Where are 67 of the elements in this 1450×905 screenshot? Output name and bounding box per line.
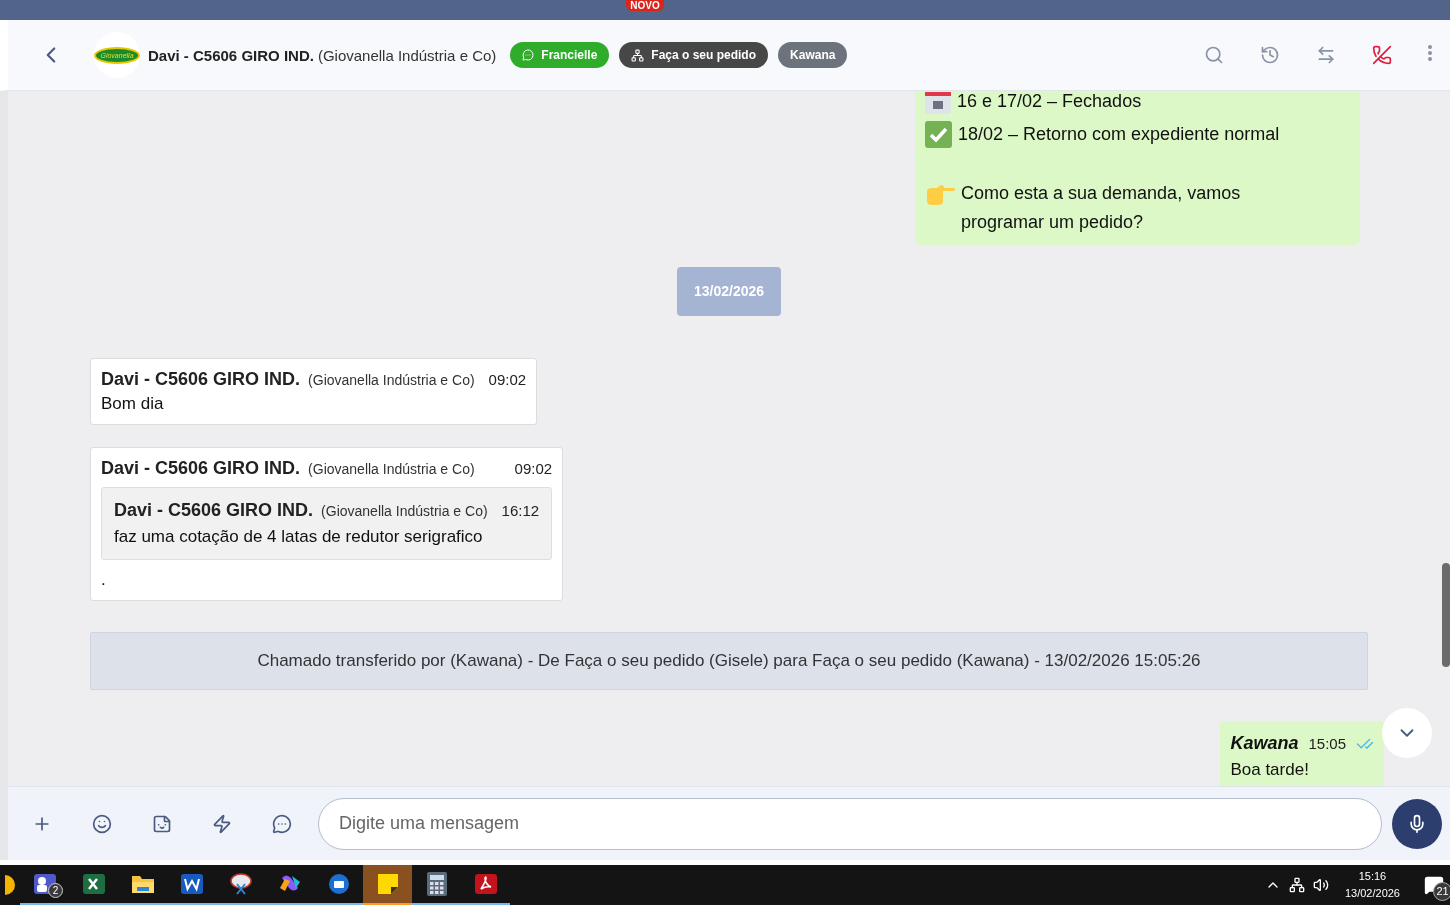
date-chip: 13/02/2026	[676, 267, 782, 316]
pointing-hand-icon	[925, 184, 955, 206]
sticker-icon	[152, 813, 172, 834]
clock-date: 13/02/2026	[1344, 886, 1400, 901]
emoji-icon	[92, 813, 112, 834]
tag-label: Kawana	[790, 48, 836, 62]
mail-bird-app-icon	[326, 872, 351, 896]
notification-badge: 2	[48, 883, 63, 898]
emoji-button[interactable]	[92, 813, 112, 834]
message-text: Boa tarde!	[1230, 760, 1310, 780]
more-icon	[1428, 45, 1432, 61]
message-text: Bom dia	[101, 394, 165, 414]
network-icon[interactable]	[1288, 877, 1305, 893]
chat-bubble-icon	[272, 813, 292, 834]
phone-off-icon	[1372, 45, 1392, 65]
message-time: 09:02	[513, 460, 553, 477]
swap-arrows-button[interactable]	[1316, 45, 1336, 65]
calculator-icon	[426, 872, 447, 896]
chat-bubble-icon	[522, 49, 535, 61]
message-input[interactable]: Digite uma mensagem	[318, 797, 1382, 850]
message-text: 18/02 – Retorno com expediente normal	[958, 123, 1280, 146]
sender-name: Davi - C5606 GIRO IND.	[114, 500, 314, 521]
spreadsheet-app-icon	[81, 872, 106, 896]
lightning-button[interactable]	[212, 813, 232, 834]
system-message: Chamado transferido por (Kawana) - De Faça o seu pedido (Gisele) para Faça o seu pedido (Kawana) - 13/02/2026 15:05:26	[90, 632, 1368, 690]
pdf-app-icon	[473, 872, 498, 896]
microphone-button[interactable]	[1392, 798, 1442, 849]
company-name: (Giovanella Indústria e Co)	[317, 46, 497, 64]
message-time: 15:05	[1307, 735, 1346, 752]
clock-time: 15:16	[1358, 869, 1387, 884]
lightning-icon	[212, 813, 232, 834]
speaker-icon[interactable]	[1312, 877, 1329, 893]
snipping-app-icon	[228, 872, 253, 896]
sender-name: Kawana	[1230, 733, 1299, 754]
message-time: 16:12	[500, 502, 540, 519]
people-app-icon	[32, 872, 57, 896]
sender-name: Davi - C5606 GIRO IND.	[101, 458, 301, 479]
new-badge: NOVO	[626, 0, 664, 11]
check-icon	[925, 121, 952, 148]
company-name: (Giovanella Indústria e Co)	[308, 372, 475, 388]
history-icon	[1260, 45, 1280, 65]
history-button[interactable]	[1260, 45, 1280, 65]
sticky-note-icon	[375, 872, 400, 896]
taskbar-app[interactable]: 2	[20, 865, 69, 905]
message-text: faz uma cotação de 4 latas de redutor serigrafico	[114, 527, 484, 547]
swap-arrows-icon	[1316, 45, 1336, 65]
message-text: .	[101, 570, 107, 590]
company-name: (Giovanella Indústria e Co)	[321, 503, 488, 519]
tag-label: Faça o seu pedido	[651, 48, 757, 62]
hierarchy-icon	[631, 48, 645, 62]
notification-count: 21	[1433, 882, 1450, 901]
tag-label: Francielle	[541, 48, 598, 62]
chat-bubble-button[interactable]	[272, 813, 292, 834]
message-text: 16 e 17/02 – Fechados	[957, 91, 1142, 113]
sticker-button[interactable]	[152, 813, 172, 834]
message-text: Como esta a sua demanda, vamos programar um pedido?	[961, 182, 1242, 234]
company-name: (Giovanella Indústria e Co)	[308, 461, 475, 477]
document-app-icon	[179, 872, 204, 896]
phone-off-button[interactable]	[1372, 45, 1392, 65]
sender-name: Davi - C5606 GIRO IND.	[101, 369, 301, 390]
clock[interactable]: 15:16 13/02/2026	[1344, 868, 1400, 902]
contact-name: Davi - C5606 GIRO IND.	[148, 46, 314, 64]
folder-icon	[130, 873, 155, 895]
message-time: 09:02	[487, 371, 527, 388]
microphone-icon	[1407, 813, 1427, 834]
search-icon	[1204, 45, 1224, 65]
search-button[interactable]	[1204, 45, 1224, 65]
